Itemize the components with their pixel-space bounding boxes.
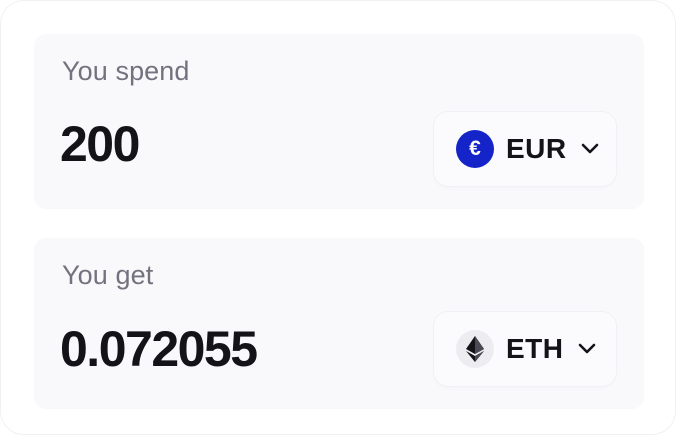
euro-icon: €: [456, 130, 494, 168]
get-label: You get: [62, 260, 154, 290]
ethereum-icon: [456, 330, 494, 368]
spend-currency-code: EUR: [506, 133, 567, 164]
spend-panel: You spend 200 € EUR: [34, 34, 644, 209]
get-panel: You get 0.072055 ETH: [34, 238, 644, 409]
exchange-widget: You spend 200 € EUR You get 0.072055 ETH: [0, 0, 676, 435]
get-amount-value[interactable]: 0.072055: [60, 324, 258, 374]
get-currency-code: ETH: [506, 333, 564, 364]
spend-currency-selector[interactable]: € EUR: [434, 112, 616, 186]
chevron-down-icon: [578, 343, 596, 355]
chevron-down-icon: [581, 143, 599, 155]
spend-amount-input[interactable]: 200: [60, 119, 140, 169]
spend-label: You spend: [62, 56, 190, 86]
get-currency-selector[interactable]: ETH: [434, 312, 616, 386]
